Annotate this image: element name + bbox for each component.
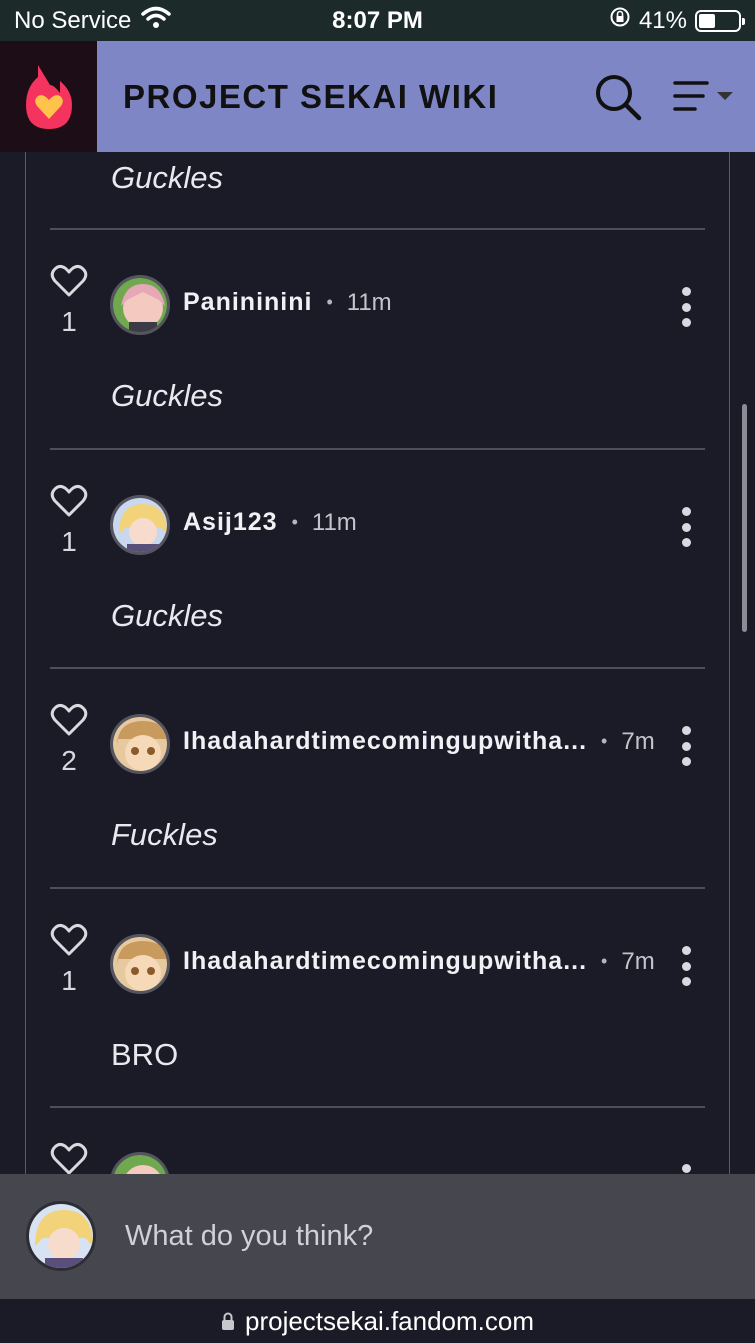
more-dot (681, 977, 691, 986)
comment-item: 1 Ihadahardtimecomingupwitha... • 7m BRO (0, 889, 755, 1109)
comment-meta: Ihadahardtimecomingupwitha... • 7m (183, 947, 655, 976)
more-dot (681, 961, 691, 971)
battery-fill (699, 13, 715, 28)
menu-button[interactable] (673, 79, 737, 115)
wiki-title[interactable]: PROJECT SEKAI WIKI (123, 78, 498, 116)
more-options-button[interactable] (678, 507, 694, 547)
more-dot (681, 287, 691, 296)
heart-icon (50, 264, 88, 297)
timestamp: 11m (346, 288, 392, 316)
like-button[interactable] (50, 1142, 88, 1174)
like-count: 1 (61, 306, 77, 337)
url-text: projectsekai.fandom.com (244, 1305, 535, 1336)
like-button[interactable] (50, 484, 88, 518)
comment-text: BRO (111, 1037, 179, 1072)
wifi-icon (141, 6, 172, 35)
avatar-current-user (29, 1204, 93, 1268)
timestamp: 7m (621, 727, 655, 755)
timestamp: 7m (621, 947, 655, 975)
comment-text: Fuckles (111, 817, 218, 852)
comment-meta: Ihadahardtimecomingupwitha... • 7m (183, 727, 655, 756)
status-bar: No Service 8:07 PM 41% (0, 0, 755, 41)
avatar[interactable] (110, 495, 170, 555)
more-dot (681, 1164, 691, 1173)
current-user-avatar (26, 1201, 96, 1271)
menu-dropdown-icon (673, 81, 733, 111)
more-options-button[interactable] (678, 1164, 694, 1174)
avatar[interactable] (110, 934, 170, 994)
scrollbar[interactable] (742, 404, 747, 632)
status-right: 41% (609, 6, 745, 35)
comment-item: 2 Ihadahardtimecomingupwitha... • 7m Fuc… (0, 669, 755, 889)
username[interactable]: Asij123 (183, 508, 278, 537)
fandom-flame-heart-icon (25, 64, 72, 129)
browser-url-bar[interactable]: projectsekai.fandom.com (0, 1299, 755, 1343)
like-count: 2 (61, 745, 77, 776)
comment-item: 1 Panininini • 11m Guckles (0, 230, 755, 450)
heart-icon (50, 923, 88, 956)
separator-dot: • (601, 951, 608, 971)
more-dot (681, 522, 691, 532)
comment-text: Guckles (111, 378, 223, 413)
heart-icon (50, 1142, 88, 1174)
divider (50, 1106, 705, 1108)
site-header: PROJECT SEKAI WIKI (0, 41, 755, 152)
heart-icon (50, 484, 88, 517)
search-button[interactable] (594, 73, 642, 121)
more-options-button[interactable] (678, 946, 694, 986)
avatar-asij123 (113, 498, 167, 552)
separator-dot: • (601, 731, 608, 751)
avatar[interactable] (110, 275, 170, 335)
more-dot (681, 946, 691, 955)
avatar-ihadahardtime (113, 717, 167, 771)
username[interactable]: Ihadahardtimecomingupwitha... (183, 727, 587, 756)
comment-item: 1 Asij123 • 11m Guckles (0, 450, 755, 670)
more-dot (681, 507, 691, 516)
more-dot (681, 726, 691, 735)
more-dot (681, 757, 691, 766)
carrier-label: No Service (14, 6, 132, 34)
heart-icon (50, 703, 88, 736)
header-bar: PROJECT SEKAI WIKI (97, 41, 755, 152)
more-options-button[interactable] (678, 287, 694, 327)
like-button[interactable] (50, 923, 88, 957)
battery-icon (695, 9, 745, 32)
orientation-lock-icon (609, 6, 631, 35)
separator-dot: • (291, 512, 298, 532)
comment-meta: Panininini • 11m (183, 288, 392, 317)
like-button[interactable] (50, 264, 88, 298)
separator-dot: • (326, 292, 333, 312)
timestamp: 11m (311, 508, 357, 536)
fandom-logo[interactable] (0, 41, 97, 152)
more-dot (681, 741, 691, 751)
lock-icon (221, 1306, 235, 1337)
reply-bar (0, 1174, 755, 1299)
avatar-panininini (113, 278, 167, 332)
username[interactable]: Ihadahardtimecomingupwitha... (183, 947, 587, 976)
partial-comment-text: Guckles (111, 160, 223, 195)
comment-thread: Guckles 1 Panininini • 11m Guckles 1 Asi… (0, 152, 755, 1174)
avatar[interactable] (110, 714, 170, 774)
avatar-ihadahardtime (113, 937, 167, 991)
more-options-button[interactable] (678, 726, 694, 766)
comment-meta: Asij123 • 11m (183, 508, 357, 537)
more-dot (681, 318, 691, 327)
like-count: 1 (61, 526, 77, 557)
search-icon (596, 75, 642, 121)
status-left: No Service (14, 6, 172, 35)
battery-percent: 41% (638, 6, 687, 34)
more-dot (681, 538, 691, 547)
more-dot (681, 302, 691, 312)
username[interactable]: Panininini (183, 288, 312, 317)
comment-text: Guckles (111, 598, 223, 633)
like-button[interactable] (50, 703, 88, 737)
like-count: 1 (61, 965, 77, 996)
battery-nub (742, 17, 745, 25)
reply-input[interactable] (125, 1214, 685, 1258)
